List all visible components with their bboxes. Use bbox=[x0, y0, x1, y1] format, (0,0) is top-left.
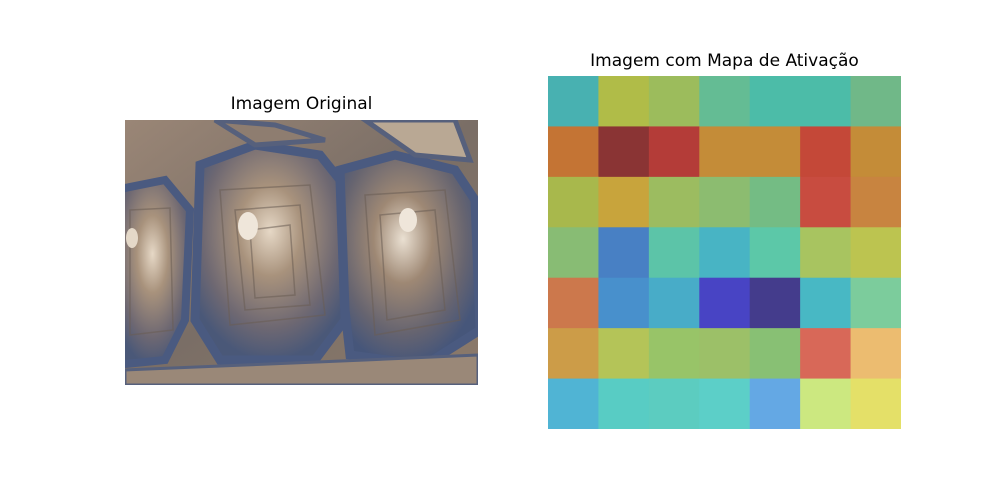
heatmap-cell-r1-c2 bbox=[648, 126, 700, 178]
shell-scute-right bbox=[335, 150, 478, 370]
heatmap-cell-r0-c3 bbox=[699, 76, 751, 127]
heatmap-cell-r1-c0 bbox=[548, 126, 599, 178]
heatmap-title: Imagem com Mapa de Ativação bbox=[590, 51, 859, 71]
heatmap-cell-r4-c6 bbox=[850, 277, 901, 329]
heatmap-cell-r3-c3 bbox=[699, 227, 751, 279]
heatmap-cell-r1-c3 bbox=[699, 126, 751, 178]
heatmap-cell-r5-c6 bbox=[850, 328, 901, 380]
heatmap-cell-r6-c2 bbox=[648, 378, 700, 429]
heatmap-cell-r6-c4 bbox=[749, 378, 801, 429]
heatmap-cell-r2-c4 bbox=[749, 176, 801, 228]
heatmap-cell-r2-c6 bbox=[850, 176, 901, 228]
heatmap-cell-r5-c3 bbox=[699, 328, 751, 380]
heatmap-cell-r0-c5 bbox=[800, 76, 852, 127]
heatmap-cell-r6-c6 bbox=[850, 378, 901, 429]
heatmap-cell-r2-c2 bbox=[648, 176, 700, 228]
heatmap-cell-r0-c4 bbox=[749, 76, 801, 127]
heatmap-cell-r1-c5 bbox=[800, 126, 852, 178]
heatmap-cell-r5-c5 bbox=[800, 328, 852, 380]
heatmap-cell-r4-c2 bbox=[648, 277, 700, 329]
heatmap-cell-r1-c6 bbox=[850, 126, 901, 178]
heatmap-cell-r4-c1 bbox=[598, 277, 650, 329]
heatmap-cell-r1-c4 bbox=[749, 126, 801, 178]
heatmap-cell-r6-c3 bbox=[699, 378, 751, 429]
heatmap-cell-r3-c6 bbox=[850, 227, 901, 279]
heatmap-cell-r0-c1 bbox=[598, 76, 650, 127]
heatmap-cell-r4-c0 bbox=[548, 277, 599, 329]
heatmap-cell-r6-c1 bbox=[598, 378, 650, 429]
heatmap-cell-r6-c0 bbox=[548, 378, 599, 429]
shell-scute-left bbox=[125, 175, 195, 369]
activation-heatmap bbox=[548, 76, 901, 429]
highlight-center bbox=[238, 212, 258, 240]
highlight-right bbox=[399, 208, 417, 232]
heatmap-cell-r1-c1 bbox=[598, 126, 650, 178]
heatmap-cell-r3-c5 bbox=[800, 227, 852, 279]
highlight-left bbox=[126, 228, 138, 248]
heatmap-cell-r3-c4 bbox=[749, 227, 801, 279]
heatmap-cell-r4-c4 bbox=[749, 277, 801, 329]
heatmap-cell-r6-c5 bbox=[800, 378, 852, 429]
heatmap-cell-r0-c0 bbox=[548, 76, 599, 127]
heatmap-cell-r5-c2 bbox=[648, 328, 700, 380]
heatmap-cell-r3-c2 bbox=[648, 227, 700, 279]
heatmap-cell-r3-c1 bbox=[598, 227, 650, 279]
heatmap-cell-r2-c1 bbox=[598, 176, 650, 228]
shell-scute-center bbox=[190, 140, 350, 365]
heatmap-cell-r5-c0 bbox=[548, 328, 599, 380]
heatmap-cell-r4-c3 bbox=[699, 277, 751, 329]
heatmap-cell-r0-c2 bbox=[648, 76, 700, 127]
original-image bbox=[125, 120, 478, 385]
heatmap-cell-r0-c6 bbox=[850, 76, 901, 127]
heatmap-cell-r5-c4 bbox=[749, 328, 801, 380]
heatmap-cell-r2-c0 bbox=[548, 176, 599, 228]
heatmap-cell-r2-c3 bbox=[699, 176, 751, 228]
heatmap-cell-r3-c0 bbox=[548, 227, 599, 279]
original-image-title: Imagem Original bbox=[230, 94, 373, 114]
heatmap-cell-r4-c5 bbox=[800, 277, 852, 329]
heatmap-cell-r5-c1 bbox=[598, 328, 650, 380]
heatmap-cell-r2-c5 bbox=[800, 176, 852, 228]
